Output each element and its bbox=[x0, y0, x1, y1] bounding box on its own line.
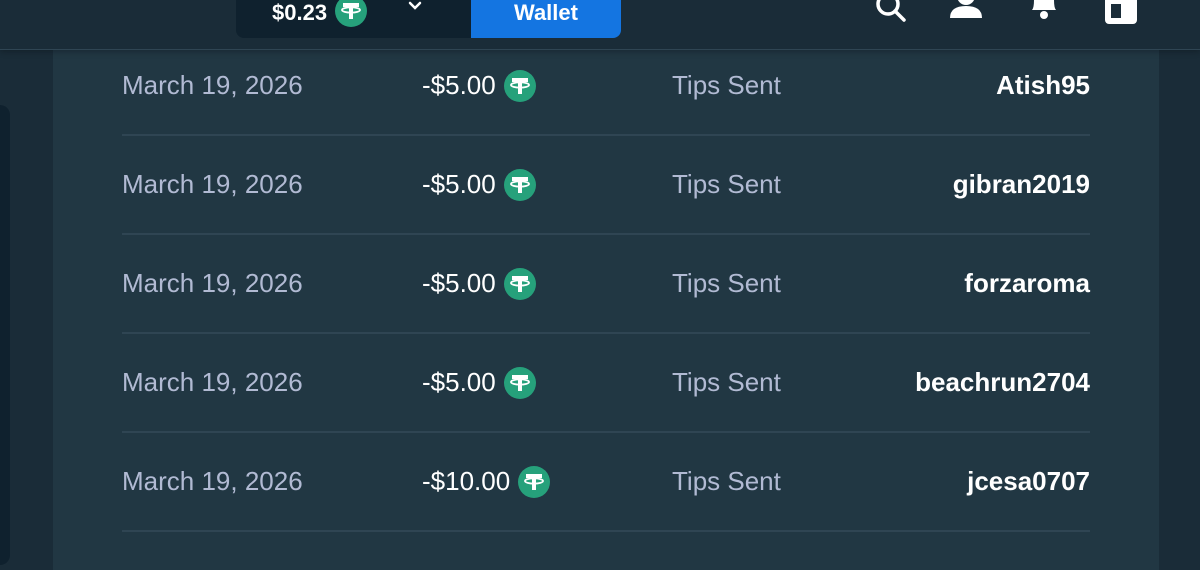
transaction-user[interactable]: forzaroma bbox=[964, 235, 1090, 332]
amount-value: -$5.00 bbox=[422, 268, 496, 298]
tether-icon bbox=[503, 69, 536, 102]
transaction-type: Tips Sent bbox=[672, 70, 781, 100]
transaction-amount: -$5.00 bbox=[422, 136, 536, 233]
transaction-type: Tips Sent bbox=[672, 268, 781, 298]
tether-icon bbox=[503, 168, 536, 201]
transaction-date: March 19, 2026 bbox=[122, 169, 303, 199]
tether-icon bbox=[503, 267, 536, 300]
wallet-button[interactable]: Wallet bbox=[471, 0, 621, 38]
tether-icon bbox=[503, 366, 536, 399]
amount-value: -$5.00 bbox=[422, 169, 496, 199]
transaction-type: Tips Sent bbox=[672, 169, 781, 199]
transaction-type: Tips Sent bbox=[672, 367, 781, 397]
transaction-user[interactable]: beachrun2704 bbox=[915, 334, 1090, 431]
transaction-user[interactable]: gibran2019 bbox=[953, 136, 1090, 233]
amount-value: -$5.00 bbox=[422, 70, 496, 100]
transaction-row: March 19, 2026 -$10.00 Tips Sent jcesa07… bbox=[122, 433, 1090, 532]
transaction-date: March 19, 2026 bbox=[122, 367, 303, 397]
balance-amount: $0.23 bbox=[272, 0, 328, 25]
tether-icon bbox=[518, 465, 551, 498]
transaction-user[interactable]: Atish95 bbox=[996, 37, 1090, 134]
transaction-row: March 19, 2026 -$5.00 Tips Sent forzarom… bbox=[122, 235, 1090, 334]
transaction-amount: -$5.00 bbox=[422, 235, 536, 332]
menu-icon[interactable] bbox=[1104, 0, 1140, 26]
search-icon[interactable] bbox=[872, 0, 908, 26]
amount-value: -$10.00 bbox=[422, 466, 511, 496]
transaction-date: March 19, 2026 bbox=[122, 268, 303, 298]
transaction-date: March 19, 2026 bbox=[122, 466, 303, 496]
transaction-amount: -$10.00 bbox=[422, 433, 551, 530]
bell-icon[interactable] bbox=[1026, 0, 1062, 26]
transaction-row: March 19, 2026 -$5.00 Tips Sent beachrun… bbox=[122, 334, 1090, 433]
chevron-down-icon[interactable] bbox=[408, 0, 422, 16]
side-panel bbox=[0, 105, 10, 565]
transaction-amount: -$5.00 bbox=[422, 334, 536, 431]
amount-value: -$5.00 bbox=[422, 367, 496, 397]
user-icon[interactable] bbox=[948, 0, 984, 26]
tether-icon bbox=[335, 0, 368, 32]
balance-selector[interactable]: $0.23 bbox=[236, 0, 472, 38]
transaction-amount: -$5.00 bbox=[422, 37, 536, 134]
top-bar: $0.23 Wallet bbox=[0, 0, 1200, 50]
transaction-row: March 19, 2026 -$5.00 Tips Sent gibran20… bbox=[122, 136, 1090, 235]
transaction-date: March 19, 2026 bbox=[122, 70, 303, 100]
transaction-row: March 19, 2026 -$5.00 Tips Sent Atish95 bbox=[122, 37, 1090, 136]
transaction-type: Tips Sent bbox=[672, 466, 781, 496]
transaction-user[interactable]: jcesa0707 bbox=[967, 433, 1090, 530]
